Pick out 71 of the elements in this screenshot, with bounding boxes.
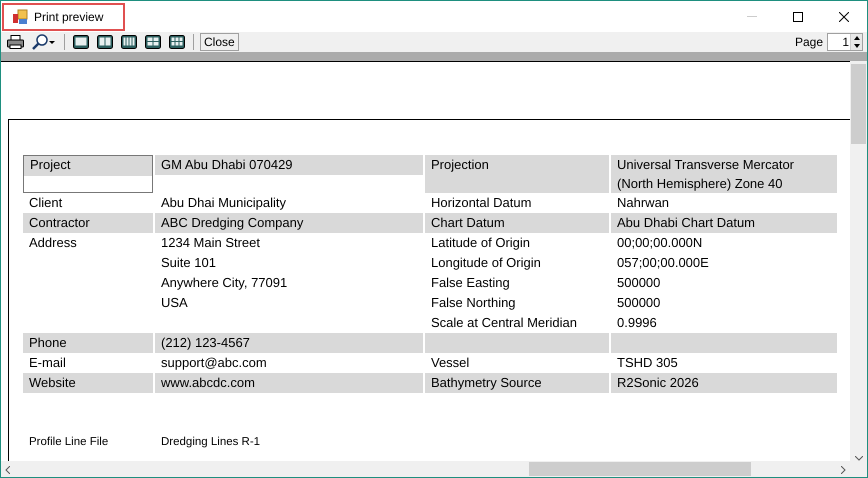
close-button[interactable]: Close xyxy=(200,33,239,51)
page-layout-button[interactable] xyxy=(167,33,187,51)
scroll-down-icon xyxy=(854,456,862,461)
horizontal-scrollbar[interactable] xyxy=(1,461,867,477)
field-label: E-mail xyxy=(28,354,67,372)
field-label: Phone xyxy=(23,333,153,353)
two-pages-icon xyxy=(97,35,113,49)
one-page-icon xyxy=(73,35,89,49)
field-value: support@abc.com xyxy=(160,354,268,372)
field-label: Chart Datum xyxy=(425,213,609,233)
vertical-scrollbar[interactable] xyxy=(850,61,867,461)
printer-icon xyxy=(7,35,24,49)
page-layout-button[interactable] xyxy=(119,33,139,51)
field-label: False Easting xyxy=(430,274,511,292)
field-label: Profile Line File xyxy=(28,435,110,450)
field-value: Universal Transverse Mercator (North Hemisphere) Zone 40 xyxy=(611,155,837,193)
six-pages-icon xyxy=(169,35,185,49)
field-label: Scale at Central Meridian xyxy=(430,314,578,332)
field-value: 500000 xyxy=(616,274,662,292)
scroll-thumb[interactable] xyxy=(851,64,866,144)
window-title: Print preview xyxy=(34,8,104,26)
field-value: 057;00;00.000E xyxy=(616,254,710,272)
field-value: TSHD 305 xyxy=(616,354,679,372)
minimize-icon xyxy=(747,16,757,17)
close-icon xyxy=(839,12,849,22)
page-layout-button[interactable] xyxy=(95,33,115,51)
field-label: Project xyxy=(23,155,153,193)
maximize-icon xyxy=(793,12,803,22)
field-value: USA xyxy=(160,294,189,312)
page-spinner[interactable]: 1 xyxy=(827,33,863,51)
field-value: Nahrwan xyxy=(616,194,670,212)
page-layout-button[interactable] xyxy=(143,33,163,51)
field-label: False Northing xyxy=(430,294,517,312)
field-value: (212) 123-4567 xyxy=(155,333,423,353)
field-label: Contractor xyxy=(23,213,153,233)
field-value: 00;00;00.000N xyxy=(616,234,704,252)
up-arrow-icon xyxy=(854,36,860,40)
four-pages-icon xyxy=(145,35,161,49)
four-pages-icon xyxy=(121,35,137,49)
scroll-left-icon xyxy=(5,466,10,474)
print-button[interactable] xyxy=(5,33,26,51)
field-label: Client xyxy=(28,194,64,212)
field-label: Bathymetry Source xyxy=(425,373,609,393)
spin-down-button[interactable] xyxy=(851,42,862,50)
scroll-right-icon xyxy=(841,466,846,474)
field-label: Projection xyxy=(425,155,609,193)
scroll-thumb[interactable] xyxy=(529,462,751,476)
field-value: Suite 101 xyxy=(160,254,217,272)
field-value: ABC Dredging Company xyxy=(155,213,423,233)
field-value: www.abcdc.com xyxy=(155,373,423,393)
field-label: Address xyxy=(28,234,78,252)
magnifier-icon xyxy=(32,34,56,50)
field-value: Abu Dhai Municipality xyxy=(160,194,288,212)
field-value: R2Sonic 2026 xyxy=(611,373,837,393)
field-value: Dredging Lines R-1 xyxy=(160,435,260,450)
page-label: Page xyxy=(794,34,823,51)
field-value: 0.9996 xyxy=(616,314,658,332)
field-value: Anywhere City, 77091 xyxy=(160,274,288,292)
field-label: Latitude of Origin xyxy=(430,234,532,252)
field-value: 1234 Main Street xyxy=(160,234,262,252)
spin-up-button[interactable] xyxy=(851,34,862,42)
down-arrow-icon xyxy=(854,44,860,48)
app-icon xyxy=(12,8,28,24)
page-layout-button[interactable] xyxy=(71,33,91,51)
field-label: Website xyxy=(23,373,153,393)
field-value: Abu Dhabi Chart Datum xyxy=(611,213,837,233)
field-label: Vessel xyxy=(430,354,470,372)
field-label: Horizontal Datum xyxy=(430,194,532,212)
zoom-button[interactable] xyxy=(30,33,58,51)
field-label: Longitude of Origin xyxy=(430,254,542,272)
field-value: 500000 xyxy=(616,294,662,312)
